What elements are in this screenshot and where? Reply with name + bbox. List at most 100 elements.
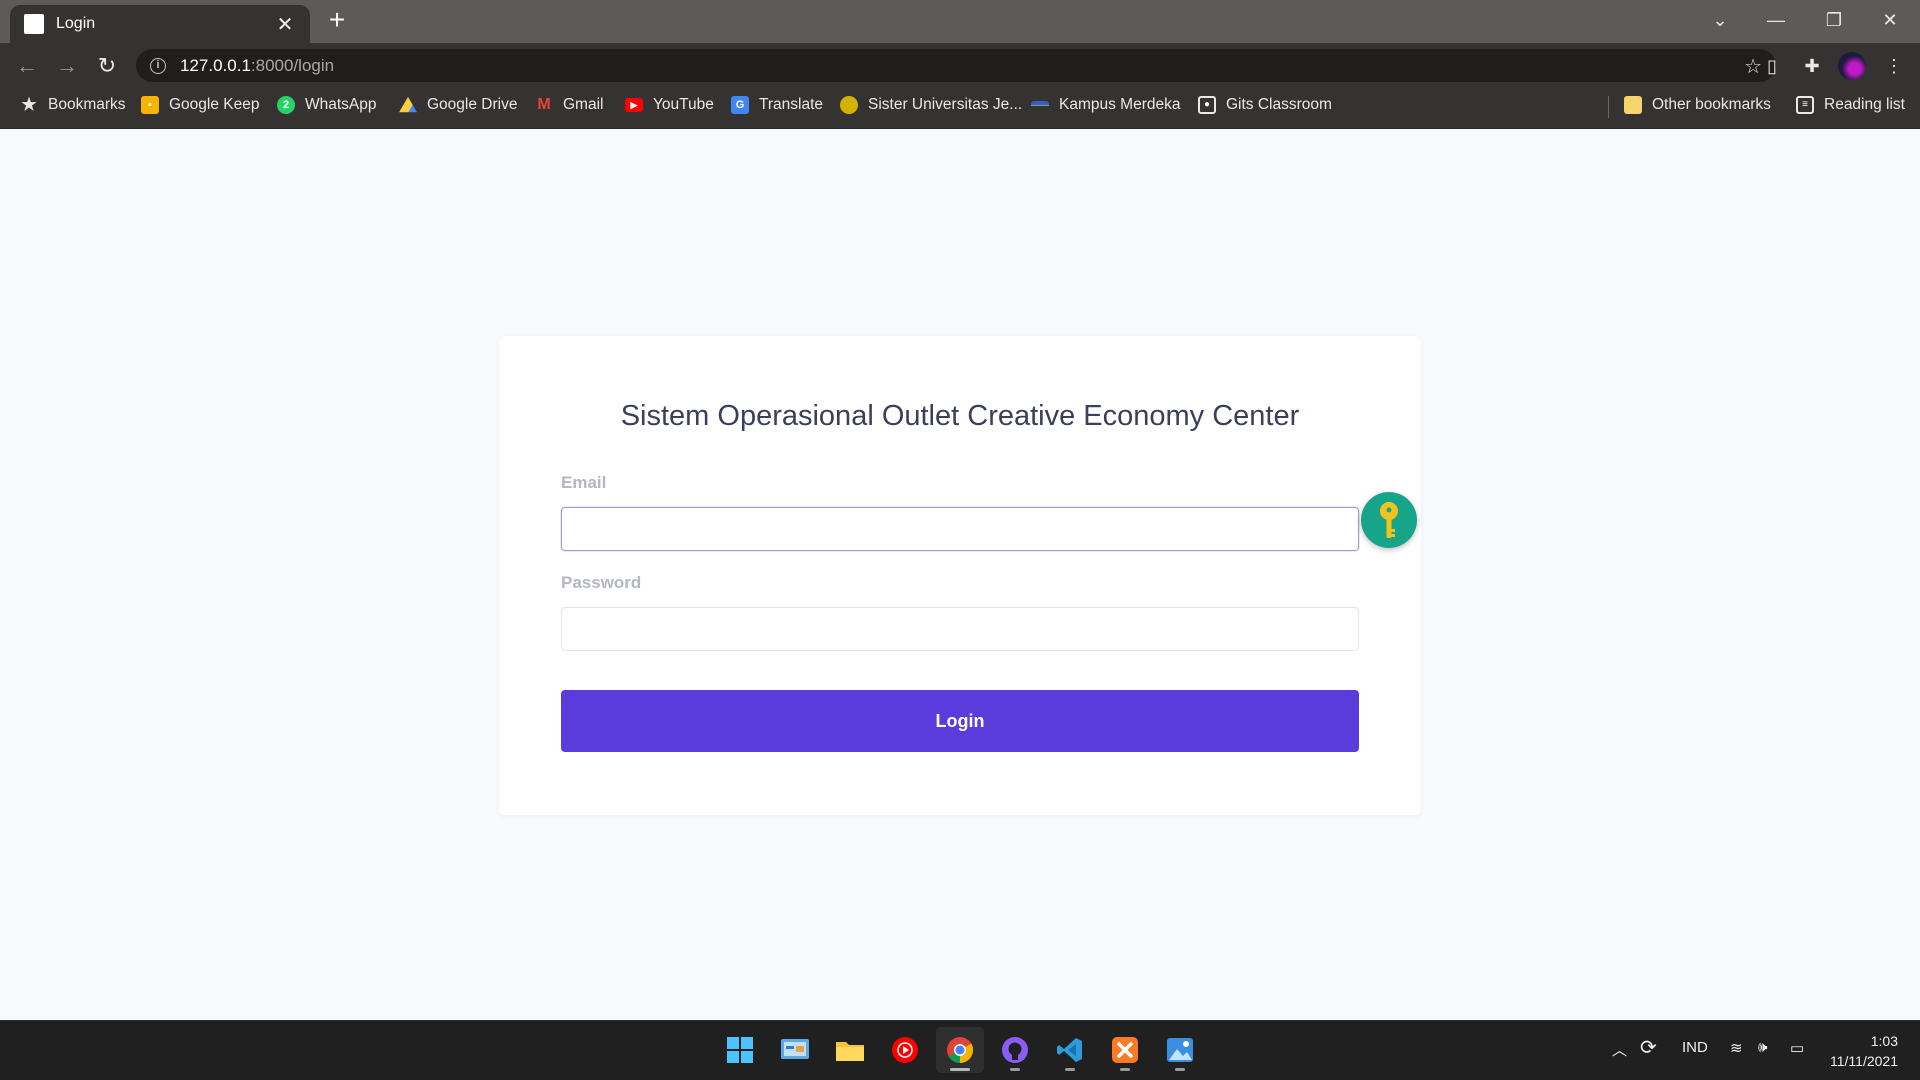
device-icon[interactable]: ▯ xyxy=(1758,52,1786,80)
bookmark-other-bookmarks[interactable]: Other bookmarks xyxy=(1624,88,1771,122)
bookmark-label: Gits Classroom xyxy=(1226,96,1332,113)
google-drive-icon xyxy=(399,96,417,113)
page-viewport: Sistem Operasional Outlet Creative Econo… xyxy=(0,129,1920,1020)
running-app-indicator xyxy=(1010,1068,1020,1071)
wifi-icon[interactable]: ≋ xyxy=(1730,1039,1743,1057)
url-host: 127.0.0.1 xyxy=(180,55,251,75)
file-explorer-icon xyxy=(836,1042,864,1061)
taskbar-vscode[interactable] xyxy=(1046,1027,1094,1073)
bookmarks-bar: ★ Bookmarks ▪ Google Keep 2 WhatsApp Goo… xyxy=(0,88,1920,129)
running-app-indicator xyxy=(1120,1068,1130,1071)
address-bar[interactable]: i 127.0.0.1:8000/login ☆ xyxy=(136,49,1776,82)
login-card: Sistem Operasional Outlet Creative Econo… xyxy=(499,336,1421,815)
xampp-icon xyxy=(1112,1037,1138,1063)
new-tab-button[interactable]: + xyxy=(322,6,352,36)
password-label: Password xyxy=(561,573,642,592)
bookmark-label: Gmail xyxy=(563,96,604,113)
youtube-music-icon xyxy=(892,1037,918,1063)
classroom-icon: ● xyxy=(1198,96,1216,114)
bookmark-label: Google Keep xyxy=(169,96,260,113)
start-button[interactable] xyxy=(716,1027,764,1073)
reload-button[interactable]: ↻ xyxy=(92,51,122,81)
taskbar-file-explorer[interactable] xyxy=(826,1027,874,1073)
bookmark-youtube[interactable]: ▶ YouTube xyxy=(625,88,714,122)
taskbar-chrome[interactable] xyxy=(936,1027,984,1073)
close-tab-icon[interactable]: ✕ xyxy=(274,12,296,37)
vscode-icon xyxy=(1057,1038,1082,1062)
bookmark-label: Kampus Merdeka xyxy=(1059,96,1181,113)
system-clock[interactable]: 1:03 11/11/2021 xyxy=(1830,1031,1898,1071)
bookmarks-separator xyxy=(1608,96,1609,118)
email-label: Email xyxy=(561,473,607,492)
bookmark-label: Sister Universitas Je... xyxy=(868,96,1023,113)
taskbar-youtube-music[interactable] xyxy=(881,1027,929,1073)
volume-icon[interactable]: 🕪 xyxy=(1758,1039,1767,1056)
bookmark-gits-classroom[interactable]: ● Gits Classroom xyxy=(1198,88,1332,122)
clock-date: 11/11/2021 xyxy=(1830,1053,1898,1069)
taskbar-control-panel[interactable] xyxy=(771,1027,819,1073)
forward-button[interactable]: → xyxy=(52,51,82,81)
page-title: Sistem Operasional Outlet Creative Econo… xyxy=(620,400,1300,432)
youtube-icon: ▶ xyxy=(625,98,643,112)
password-manager-key-button[interactable] xyxy=(1361,492,1417,548)
taskbar-photos[interactable] xyxy=(1156,1027,1204,1073)
taskbar-xampp[interactable] xyxy=(1101,1027,1149,1073)
restore-button[interactable]: ❐ xyxy=(1806,0,1862,40)
chrome-icon xyxy=(947,1037,974,1064)
taskbar-github-desktop[interactable] xyxy=(991,1027,1039,1073)
kampus-merdeka-icon xyxy=(1031,101,1049,109)
browser-toolbar: ← → ↻ i 127.0.0.1:8000/login ☆ ▯ ✚ ⋮ xyxy=(0,43,1920,88)
bookmark-label: WhatsApp xyxy=(305,96,377,113)
bookmark-label: Translate xyxy=(759,96,824,113)
whatsapp-icon: 2 xyxy=(277,96,295,114)
bookmark-label: YouTube xyxy=(653,96,714,113)
clock-time: 1:03 xyxy=(1870,1033,1898,1049)
bookmark-sister-universitas[interactable]: Sister Universitas Je... xyxy=(840,88,1022,122)
tab-search-icon[interactable]: ⌄ xyxy=(1692,0,1748,40)
photos-icon xyxy=(1167,1038,1193,1062)
bookmark-label: Reading list xyxy=(1824,96,1905,113)
university-icon xyxy=(840,96,858,114)
running-app-indicator xyxy=(1175,1068,1185,1071)
bookmark-gmail[interactable]: M Gmail xyxy=(535,88,603,122)
email-field[interactable] xyxy=(561,507,1359,551)
bookmark-translate[interactable]: G Translate xyxy=(731,88,823,122)
running-app-indicator xyxy=(1065,1068,1075,1071)
profile-avatar[interactable] xyxy=(1838,52,1866,80)
show-hidden-icons-chevron-icon[interactable]: ︿ xyxy=(1612,1039,1627,1060)
google-translate-icon: G xyxy=(731,96,749,114)
windows-taskbar: ︿ ⟳ IND ≋ 🕪 ▭ 1:03 11/11/2021 xyxy=(0,1020,1920,1080)
login-button[interactable]: Login xyxy=(561,690,1359,752)
bookmark-google-drive[interactable]: Google Drive xyxy=(399,88,517,122)
close-window-button[interactable]: ✕ xyxy=(1862,0,1918,40)
password-field[interactable] xyxy=(561,607,1359,651)
bookmark-label: Bookmarks xyxy=(48,96,126,113)
minimize-button[interactable]: — xyxy=(1748,0,1804,40)
bookmark-google-keep[interactable]: ▪ Google Keep xyxy=(141,88,260,122)
browser-tab-login[interactable]: Login ✕ xyxy=(10,5,310,43)
bookmark-label: Google Drive xyxy=(427,96,518,113)
google-keep-icon: ▪ xyxy=(141,96,159,114)
browser-title-bar: Login ✕ + ⌄ — ❐ ✕ xyxy=(0,0,1920,43)
control-panel-icon xyxy=(781,1039,809,1059)
sync-icon[interactable]: ⟳ xyxy=(1640,1035,1657,1060)
url-path: :8000/login xyxy=(250,55,335,75)
back-button[interactable]: ← xyxy=(12,51,42,81)
site-info-icon[interactable]: i xyxy=(150,57,166,74)
bookmark-whatsapp[interactable]: 2 WhatsApp xyxy=(277,88,377,122)
key-icon xyxy=(1380,502,1398,538)
extensions-icon[interactable]: ✚ xyxy=(1798,52,1826,80)
github-desktop-icon xyxy=(1002,1037,1028,1063)
bookmark-bookmarks[interactable]: ★ Bookmarks xyxy=(20,88,126,122)
bookmark-label: Other bookmarks xyxy=(1652,96,1771,113)
bookmark-kampus-merdeka[interactable]: Kampus Merdeka xyxy=(1031,88,1180,122)
gmail-icon: M xyxy=(537,96,551,113)
tab-title: Login xyxy=(56,15,96,32)
battery-icon[interactable]: ▭ xyxy=(1790,1039,1804,1057)
folder-icon xyxy=(1624,96,1642,114)
start-icon xyxy=(727,1037,753,1063)
reading-list-icon: ≡ xyxy=(1796,96,1814,114)
reading-list-button[interactable]: ≡ Reading list xyxy=(1796,88,1905,122)
input-language[interactable]: IND xyxy=(1682,1039,1708,1056)
menu-kebab-icon[interactable]: ⋮ xyxy=(1880,52,1908,80)
